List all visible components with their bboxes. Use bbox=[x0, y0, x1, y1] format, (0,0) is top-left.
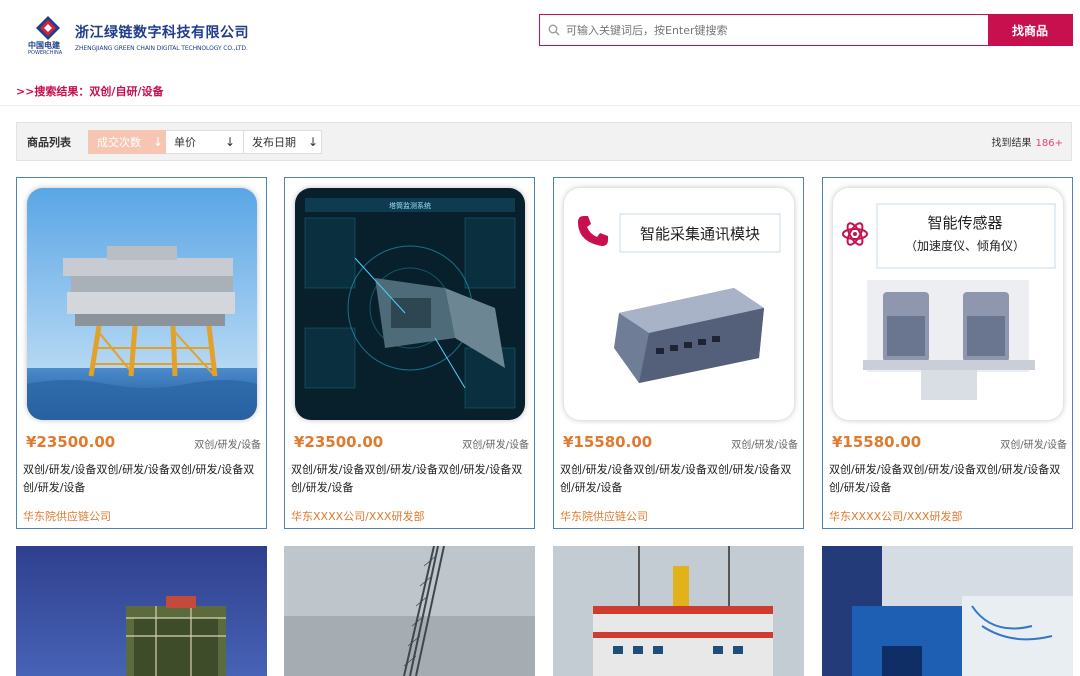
crane-photo bbox=[284, 546, 535, 676]
product-tag: 双创/研发/设备 bbox=[1000, 440, 1067, 451]
company-name-cn: 浙江绿链数字科技有限公司 bbox=[75, 25, 249, 41]
product-price: ¥15580.00 bbox=[832, 433, 922, 451]
supplier-name[interactable]: 华东XXXX公司/XXX研发部 bbox=[291, 508, 424, 524]
sort-by-deals-button[interactable]: 成交次数 ↓ bbox=[88, 129, 166, 154]
product-image[interactable] bbox=[27, 188, 257, 420]
product-card[interactable]: 智能传感器 （加速度仪、倾角仪） ¥15580.00 双创/研发/设备 双创/研… bbox=[822, 177, 1073, 529]
product-description[interactable]: 双创/研发/设备双创/研发/设备双创/研发/设备双创/研发/设备 bbox=[291, 461, 533, 497]
filter-bar: 商品列表 成交次数 ↓ 单价 ↓ 发布日期 ↓ 找到结果 186+ bbox=[16, 122, 1072, 161]
product-price: ¥23500.00 bbox=[26, 433, 116, 451]
site-header: 中国电建 POWERCHINA 浙江绿链数字科技有限公司 ZHENGJIANG … bbox=[0, 0, 1080, 106]
filter-title: 商品列表 bbox=[27, 135, 71, 149]
search-box[interactable] bbox=[540, 15, 988, 45]
arrow-down-icon: ↓ bbox=[308, 134, 319, 149]
product-description[interactable]: 双创/研发/设备双创/研发/设备双创/研发/设备双创/研发/设备 bbox=[829, 461, 1071, 497]
offshore-structure-photo bbox=[16, 546, 267, 676]
product-image[interactable] bbox=[822, 546, 1073, 676]
equipment-lab-photo bbox=[822, 546, 1073, 676]
supplier-name[interactable]: 华东XXXX公司/XXX研发部 bbox=[829, 508, 962, 524]
arrow-down-icon: ↓ bbox=[153, 134, 164, 149]
product-image[interactable] bbox=[16, 546, 267, 676]
search-input[interactable] bbox=[566, 23, 966, 37]
product-image[interactable] bbox=[553, 546, 804, 676]
offshore-platform-image bbox=[27, 188, 257, 420]
product-image[interactable]: 塔筒监测系统 bbox=[295, 188, 525, 420]
product-image[interactable]: 智能传感器 （加速度仪、倾角仪） bbox=[833, 188, 1063, 420]
sort-label: 成交次数 bbox=[97, 135, 141, 149]
image-title: 智能传感器 bbox=[927, 214, 1002, 232]
product-description[interactable]: 双创/研发/设备双创/研发/设备双创/研发/设备双创/研发/设备 bbox=[560, 461, 802, 497]
supplier-name[interactable]: 华东院供应链公司 bbox=[23, 508, 111, 524]
company-name-en: ZHENGJIANG GREEN CHAIN DIGITAL TECHNOLOG… bbox=[75, 45, 248, 52]
product-description[interactable]: 双创/研发/设备双创/研发/设备双创/研发/设备双创/研发/设备 bbox=[23, 461, 265, 497]
image-subtitle: （加速度仪、倾角仪） bbox=[905, 238, 1025, 253]
sort-by-date-button[interactable]: 发布日期 ↓ bbox=[244, 129, 322, 154]
product-price: ¥15580.00 bbox=[563, 433, 653, 451]
product-tag: 双创/研发/设备 bbox=[462, 440, 529, 451]
communication-module-image: 智能采集通讯模块 bbox=[564, 188, 794, 420]
product-card[interactable]: ¥23500.00 双创/研发/设备 双创/研发/设备双创/研发/设备双创/研发… bbox=[16, 177, 267, 529]
sort-label: 发布日期 bbox=[252, 135, 296, 149]
result-label: 找到结果 bbox=[991, 138, 1032, 149]
image-title: 智能采集通讯模块 bbox=[640, 225, 760, 243]
result-number: 186+ bbox=[1035, 138, 1063, 149]
result-count: 找到结果 186+ bbox=[992, 134, 1063, 149]
product-card[interactable]: 塔筒监测系统 ¥23500.00 双创/研发/设备 双创/研发/设备双创/研发/… bbox=[284, 177, 535, 529]
product-image[interactable]: 智能采集通讯模块 bbox=[564, 188, 794, 420]
ship-photo bbox=[553, 546, 804, 676]
arrow-down-icon: ↓ bbox=[224, 134, 235, 149]
search-button[interactable]: 找商品 bbox=[988, 15, 1072, 45]
product-price: ¥23500.00 bbox=[294, 433, 384, 451]
product-tag: 双创/研发/设备 bbox=[194, 440, 261, 451]
sort-label: 单价 bbox=[174, 135, 196, 149]
monitoring-dashboard-image: 塔筒监测系统 bbox=[295, 188, 525, 420]
smart-sensor-image: 智能传感器 （加速度仪、倾角仪） bbox=[833, 188, 1063, 420]
search-icon bbox=[548, 24, 560, 36]
logo-en-text: POWERCHINA bbox=[28, 50, 63, 56]
product-card[interactable]: 智能采集通讯模块 ¥15580.00 双创/研发/设备 双创/研发/设备双创/研… bbox=[553, 177, 804, 529]
sort-by-price-button[interactable]: 单价 ↓ bbox=[166, 129, 244, 154]
supplier-name[interactable]: 华东院供应链公司 bbox=[560, 508, 648, 524]
search-bar: 找商品 bbox=[539, 14, 1073, 46]
company-brand: 浙江绿链数字科技有限公司 ZHENGJIANG GREEN CHAIN DIGI… bbox=[75, 22, 249, 52]
monitor-title: 塔筒监测系统 bbox=[389, 201, 431, 210]
breadcrumb: >>搜索结果：双创/自研/设备 bbox=[16, 85, 164, 98]
product-tag: 双创/研发/设备 bbox=[731, 440, 798, 451]
product-image[interactable] bbox=[284, 546, 535, 676]
